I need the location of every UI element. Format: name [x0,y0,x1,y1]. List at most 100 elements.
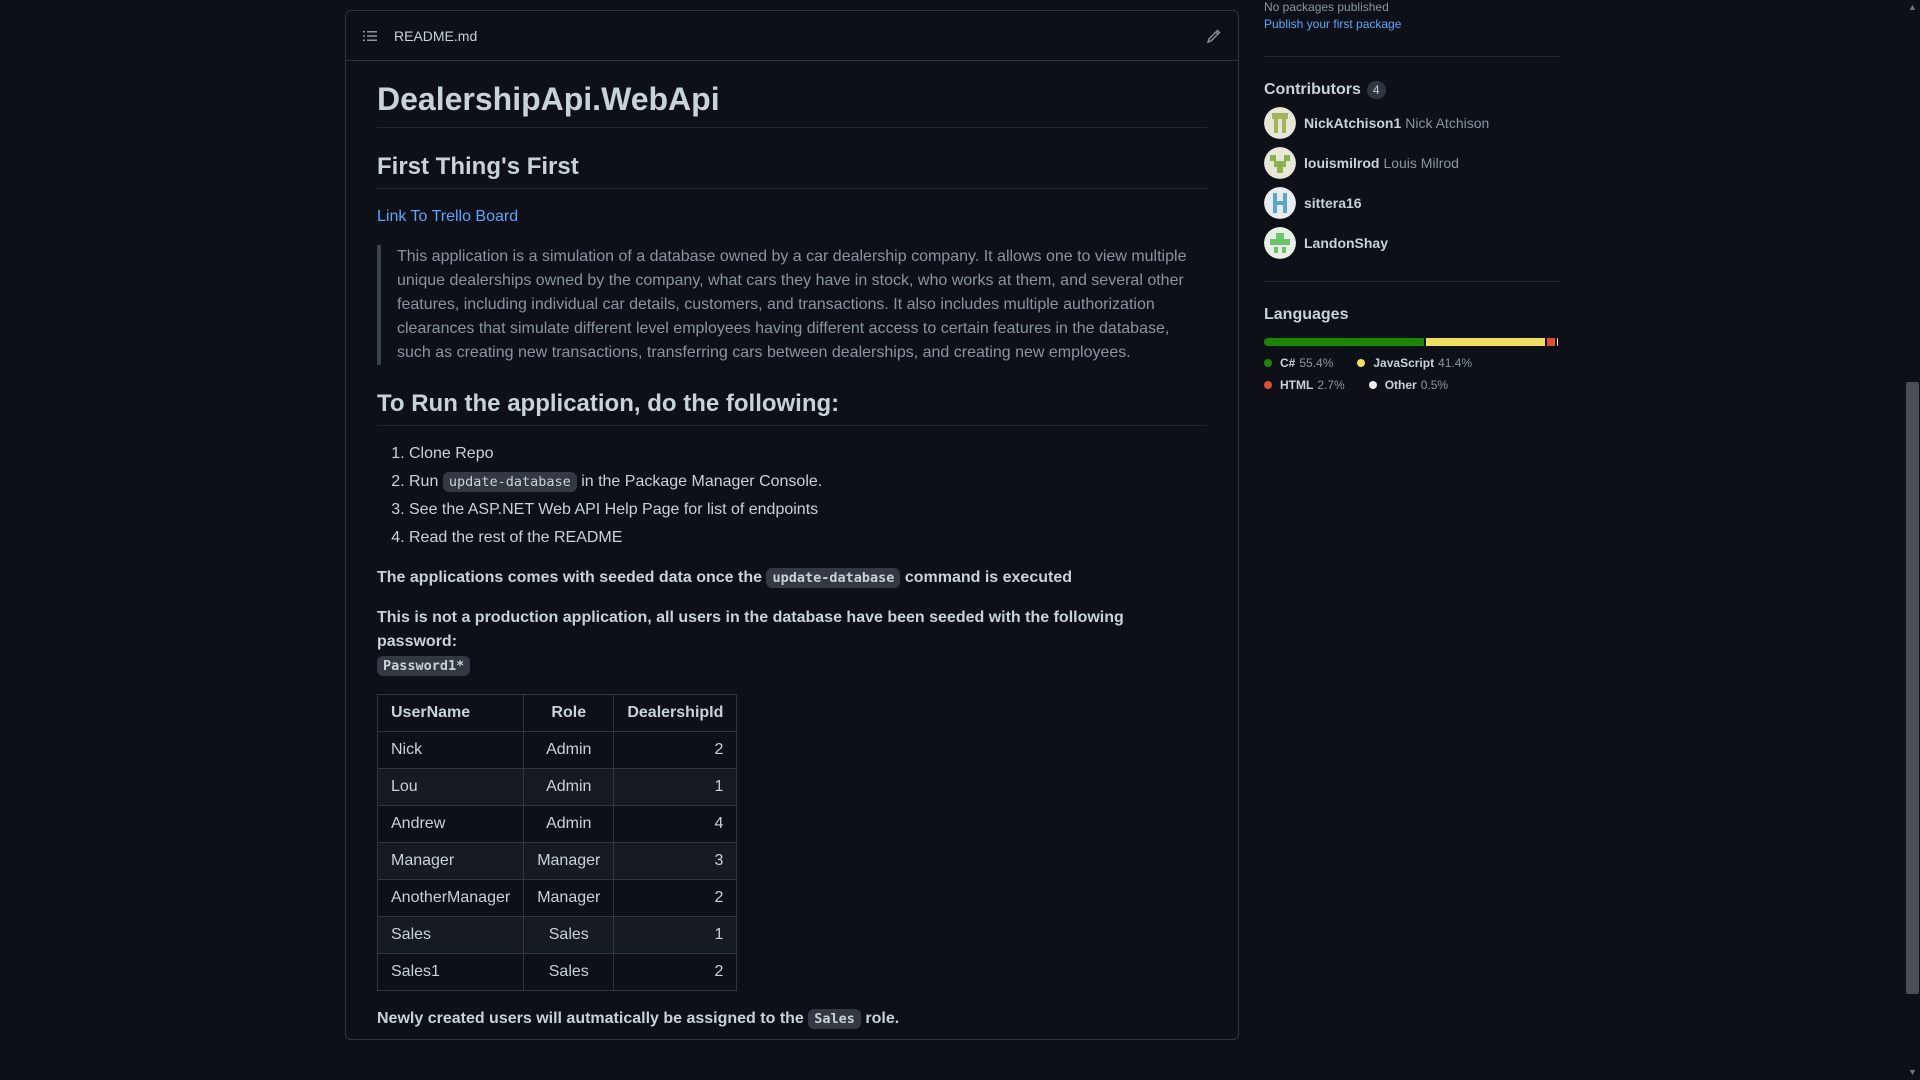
table-row: Manager Manager 3 [376,842,738,880]
inline-code: Password1* [377,656,471,676]
language-bar-segment[interactable] [1546,338,1555,346]
language-item[interactable]: JavaScript 41.4% [1357,352,1472,374]
table-cell: Admin [523,731,615,769]
avatar[interactable] [1264,147,1296,179]
readme-header: README.md [346,11,1238,61]
new-users-paragraph: Newly created users will autmatically be… [377,1007,1207,1031]
contributor-item[interactable]: louismilrod Louis Milrod [1264,147,1560,179]
pencil-icon[interactable] [1206,28,1222,44]
language-bar-segment[interactable] [1264,338,1424,346]
table-header-row: UserName Role DealershipId [376,694,738,732]
contributor-name: Nick Atchison [1405,115,1490,131]
paragraph-text: role. [865,1010,900,1027]
packages-empty-text: No packages published [1264,0,1389,14]
divider [1264,281,1560,282]
table-cell: 4 [613,805,738,843]
table-row: Sales Sales 1 [376,916,738,954]
table-cell: Nick [376,731,525,769]
table-cell: Lou [376,768,525,806]
users-table: UserName Role DealershipId Nick Admin 2 Lo… [376,694,738,991]
table-cell: Andrew [376,805,525,843]
table-row: Sales1 Sales 2 [376,953,738,991]
list-item: Run update-database in the Package Manag… [409,470,1207,494]
readme-title: DealershipApi.WebApi [377,61,1207,128]
publish-package-link[interactable]: Publish your first package [1264,17,1401,31]
table-cell: 2 [613,879,738,917]
trello-board-link[interactable]: Link To Trello Board [377,208,518,225]
table-row: Nick Admin 2 [376,731,738,769]
language-percent: 0.5% [1420,378,1449,392]
paragraph-text: This is not a production application, al… [377,609,1124,650]
inline-code: update-database [442,472,577,492]
inline-code: Sales [808,1009,861,1029]
language-bar-segment[interactable] [1556,338,1558,346]
language-name: C# [1280,356,1296,370]
table-cell: 3 [613,842,738,880]
language-bar-segment[interactable] [1425,338,1545,346]
table-row: Andrew Admin 4 [376,805,738,843]
language-percent: 2.7% [1317,378,1345,392]
language-name: Other [1384,378,1417,392]
contributors-title[interactable]: Contributors [1264,81,1361,99]
avatar[interactable] [1264,187,1296,219]
paragraph-text: The applications comes with seeded data … [377,569,762,586]
table-cell: AnotherManager [376,879,525,917]
page-scrollbar[interactable]: ▲ ▼ [1905,0,1920,1080]
contributor-item[interactable]: LandonShay [1264,227,1560,259]
list-icon[interactable] [362,28,378,44]
table-cell: Manager [376,842,525,880]
language-percent: 41.4% [1438,356,1473,370]
contributor-item[interactable]: sittera16 [1264,187,1560,219]
contributors-heading[interactable]: Contributors 4 [1264,81,1560,99]
contributor-login[interactable]: sittera16 [1304,195,1362,211]
readme-body: DealershipApi.WebApi First Thing's First… [346,61,1238,1031]
language-color-dot [1264,359,1272,367]
contributor-login[interactable]: NickAtchison1 [1304,115,1401,131]
contributors-count-badge: 4 [1366,81,1386,99]
scroll-up-arrow-icon[interactable]: ▲ [1905,0,1920,15]
column-header: UserName [376,694,525,732]
divider [1264,56,1560,57]
table-cell: 1 [613,768,738,806]
list-item: Clone Repo [409,442,1207,466]
table-cell: Sales [376,916,525,954]
avatar[interactable] [1264,227,1296,259]
table-cell: 2 [613,731,738,769]
repo-sidebar: No packages published Publish your first… [1264,0,1560,396]
language-item[interactable]: Other 0.5% [1368,374,1449,396]
step-text: Run [409,473,439,490]
password-paragraph: This is not a production application, al… [377,606,1207,678]
scroll-down-arrow-icon[interactable]: ▼ [1905,1065,1920,1080]
language-percent: 55.4% [1299,356,1334,370]
language-bar [1264,338,1560,346]
readme-container: README.md DealershipApi.WebApi First Thi… [345,10,1239,1040]
table-row: AnotherManager Manager 2 [376,879,738,917]
contributor-login[interactable]: louismilrod [1304,155,1379,171]
paragraph-text: Newly created users will autmatically be… [377,1010,804,1027]
column-header: DealershipId [613,694,738,732]
avatar[interactable] [1264,107,1296,139]
language-color-dot [1368,381,1377,389]
description-blockquote: This application is a simulation of a da… [377,245,1207,365]
list-item: See the ASP.NET Web API Help Page for li… [409,498,1207,522]
step-text: in the Package Manager Console. [581,473,823,490]
table-row: Lou Admin 1 [376,768,738,806]
scrollbar-thumb[interactable] [1906,382,1919,994]
language-item[interactable]: C# 55.4% [1264,352,1333,374]
language-item[interactable]: HTML 2.7% [1264,374,1345,396]
paragraph-text: command is executed [904,569,1072,586]
contributor-item[interactable]: NickAtchison1 Nick Atchison [1264,107,1560,139]
table-cell: Sales [523,916,615,954]
column-header: Role [523,694,615,732]
contributor-login[interactable]: LandonShay [1304,235,1388,251]
language-color-dot [1264,381,1272,389]
readme-filename[interactable]: README.md [394,28,477,44]
section-heading-run: To Run the application, do the following… [377,389,1207,426]
inline-code: update-database [766,568,901,588]
language-name: JavaScript [1373,356,1435,370]
languages-heading: Languages [1264,306,1349,323]
language-name: HTML [1280,378,1314,392]
contributor-name: Louis Milrod [1383,155,1459,171]
table-cell: 2 [613,953,738,991]
language-list: C# 55.4% JavaScript 41.4% HTML 2.7% Other 0.… [1264,352,1544,396]
